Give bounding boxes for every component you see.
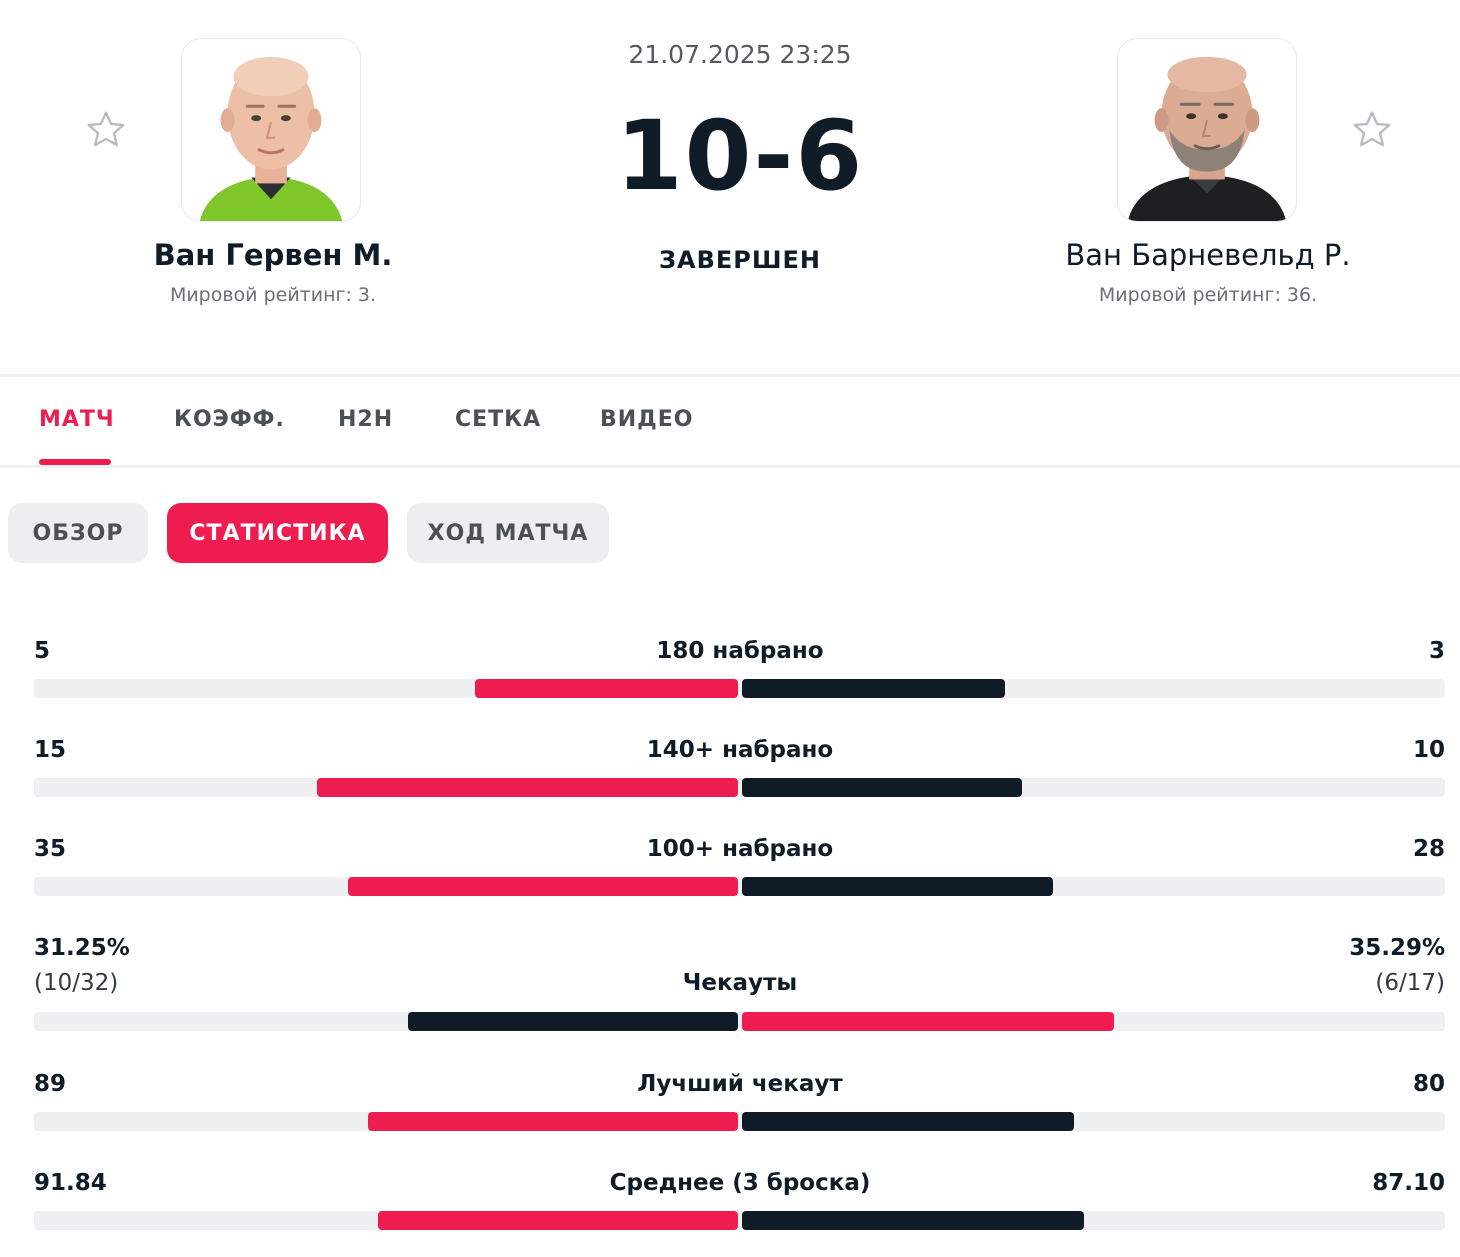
stat-average-right-value: 87.10: [1372, 1170, 1445, 1196]
stat-bar-left-fill: [367, 1112, 738, 1131]
stat-checkout-right-detail: (6/17): [1375, 970, 1445, 996]
stat-average-label: Среднее (3 броска): [609, 1170, 871, 1196]
stat-180-label: 180 набрано: [656, 638, 824, 664]
stat-100-left-value: 35: [34, 836, 67, 862]
tab-h2h[interactable]: H2H: [338, 407, 393, 432]
stat-bar: [34, 1012, 1445, 1031]
match-header: Ван Гервен М. Мировой рейтинг: 3. 21.07.…: [0, 0, 1460, 376]
stat-bar-right-fill: [741, 1012, 1114, 1031]
player-right-ranking: Мировой рейтинг: 36.: [1098, 284, 1318, 306]
stat-bar-left-fill: [377, 1211, 738, 1230]
stat-bar: [34, 1112, 1445, 1131]
stat-bar-right-fill: [741, 778, 1022, 797]
tab-bracket[interactable]: СЕТКА: [455, 407, 541, 432]
stat-bar-right-fill: [741, 1112, 1074, 1131]
stat-bar-left-fill: [407, 1012, 738, 1031]
player-left-avatar[interactable]: [181, 38, 361, 222]
player-right-photo: [1118, 39, 1296, 221]
main-tabs: МАТЧ КОЭФФ. H2H СЕТКА ВИДЕО: [0, 377, 1460, 467]
tab-video[interactable]: ВИДЕО: [600, 407, 694, 432]
match-datetime: 21.07.2025 23:25: [628, 40, 852, 69]
stat-bar: [34, 877, 1445, 896]
match-score: 10-6: [615, 100, 865, 212]
stat-checkout-right-value: 35.29%: [1349, 935, 1445, 961]
stat-bar-left-fill: [474, 679, 738, 698]
stat-bar: [34, 778, 1445, 797]
tab-odds[interactable]: КОЭФФ.: [174, 407, 285, 432]
subtab-match-flow[interactable]: ХОД МАТЧА: [407, 503, 609, 563]
player-right-avatar[interactable]: [1117, 38, 1297, 222]
favorite-right-star-icon[interactable]: [1350, 108, 1394, 152]
stat-best-checkout-right-value: 80: [1412, 1071, 1445, 1097]
tabs-divider: [0, 465, 1460, 468]
stat-180-right-value: 3: [1428, 638, 1445, 664]
stat-bar-right-fill: [741, 679, 1005, 698]
stat-140-right-value: 10: [1412, 737, 1445, 763]
stat-best-checkout-left-value: 89: [34, 1071, 67, 1097]
stat-bar: [34, 1211, 1445, 1230]
stat-140-label: 140+ набрано: [646, 737, 834, 763]
stat-checkout-left-detail: (10/32): [34, 970, 119, 996]
tab-match[interactable]: МАТЧ: [39, 407, 115, 432]
match-status: ЗАВЕРШЕН: [658, 246, 822, 274]
stat-180-left-value: 5: [34, 638, 51, 664]
stat-bar: [34, 679, 1445, 698]
favorite-left-star-icon[interactable]: [84, 108, 128, 152]
stat-best-checkout-label: Лучший чекаут: [637, 1071, 843, 1097]
subtab-overview[interactable]: ОБЗОР: [8, 503, 148, 563]
stat-checkout-left-value: 31.25%: [34, 935, 130, 961]
stat-average-left-value: 91.84: [34, 1170, 107, 1196]
player-left-photo: [182, 39, 360, 221]
player-left-name[interactable]: Ван Гервен М.: [63, 238, 483, 272]
stat-bar-left-fill: [347, 877, 738, 896]
stat-bar-right-fill: [741, 877, 1053, 896]
stat-checkout-label: Чекауты: [682, 970, 798, 996]
player-left-ranking: Мировой рейтинг: 3.: [169, 284, 377, 306]
stat-bar-left-fill: [316, 778, 738, 797]
stat-140-left-value: 15: [34, 737, 67, 763]
stat-bar-right-fill: [741, 1211, 1084, 1230]
stat-100-label: 100+ набрано: [646, 836, 834, 862]
stat-100-right-value: 28: [1412, 836, 1445, 862]
player-right-name[interactable]: Ван Барневельд Р.: [998, 238, 1418, 272]
subtab-statistics[interactable]: СТАТИСТИКА: [167, 503, 388, 563]
